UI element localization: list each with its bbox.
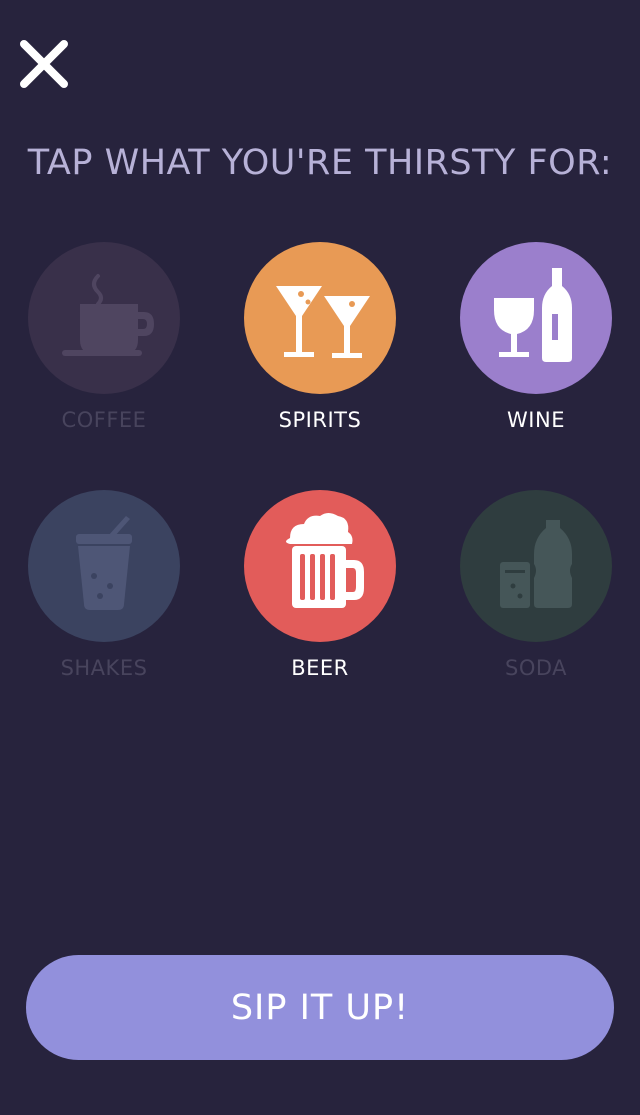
martini-glasses-icon — [276, 286, 370, 358]
sip-it-up-button[interactable]: SIP IT UP! — [26, 955, 614, 1060]
beer-circle — [244, 490, 396, 642]
coffee-cup-icon — [62, 274, 154, 356]
drink-label-shakes: SHAKES — [60, 656, 148, 680]
drink-option-soda[interactable]: SODA — [436, 490, 636, 700]
drink-label-soda: SODA — [504, 656, 568, 680]
wine-circle — [460, 242, 612, 394]
drink-option-shakes[interactable]: SHAKES — [4, 490, 204, 700]
spirits-circle — [244, 242, 396, 394]
drink-label-spirits: SPIRITS — [278, 408, 362, 432]
close-button[interactable] — [16, 36, 72, 92]
drink-label-coffee: COFFEE — [61, 408, 147, 432]
soda-bottle-glass-icon — [500, 520, 572, 608]
drink-option-wine[interactable]: WINE — [436, 242, 636, 452]
drink-label-beer: BEER — [291, 656, 349, 680]
page-title: TAP WHAT YOU'RE THIRSTY FOR: — [27, 143, 613, 183]
close-icon — [20, 40, 68, 88]
drink-option-coffee[interactable]: COFFEE — [4, 242, 204, 452]
shakes-circle — [28, 490, 180, 642]
shake-cup-icon — [76, 516, 132, 610]
drink-option-spirits[interactable]: SPIRITS — [220, 242, 420, 452]
wine-glass-bottle-icon — [494, 268, 572, 362]
soda-circle — [460, 490, 612, 642]
drink-option-beer[interactable]: BEER — [220, 490, 420, 700]
beer-mug-icon — [286, 513, 364, 608]
drink-label-wine: WINE — [507, 408, 565, 432]
coffee-circle — [28, 242, 180, 394]
